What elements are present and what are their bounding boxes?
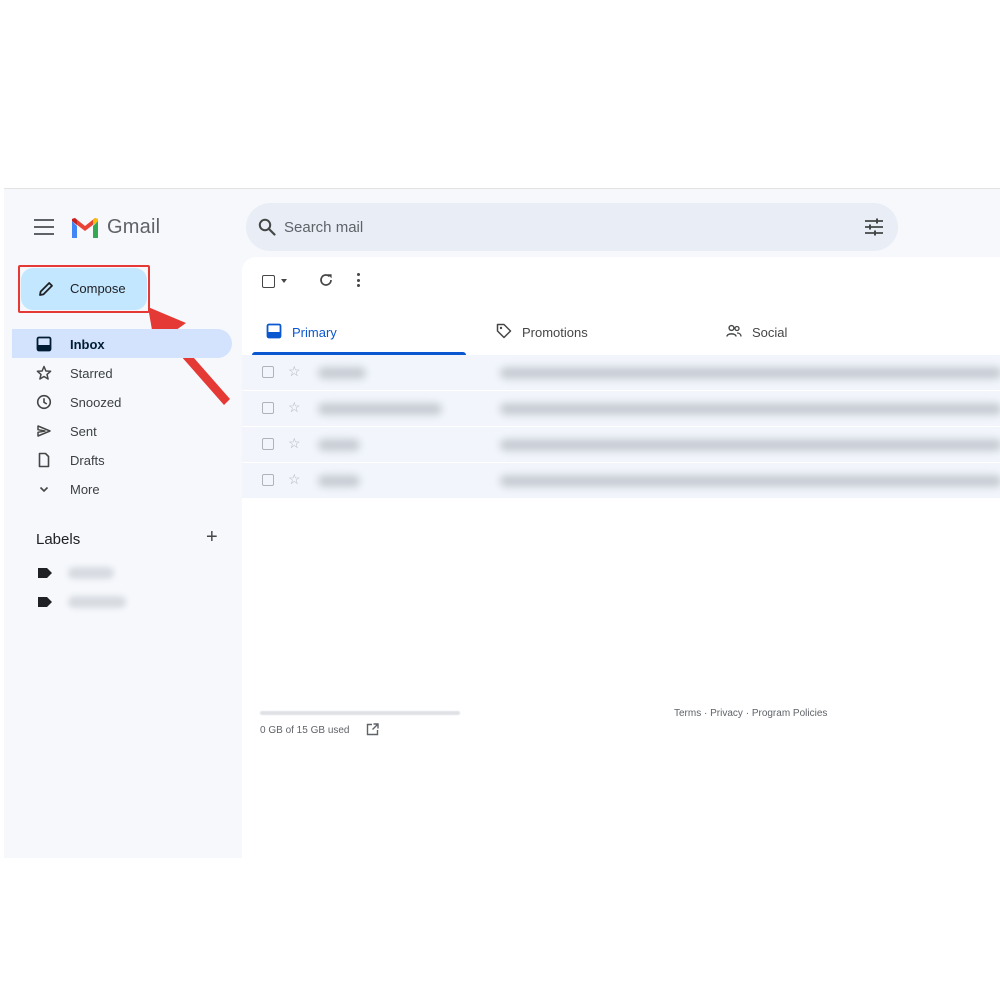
refresh-icon[interactable] bbox=[318, 272, 334, 288]
tab-social[interactable]: Social bbox=[712, 309, 926, 355]
main-menu-icon[interactable] bbox=[34, 219, 54, 235]
draft-icon bbox=[38, 452, 50, 468]
terms-link[interactable]: Terms bbox=[674, 708, 701, 719]
inbox-icon bbox=[266, 323, 282, 339]
gmail-m-icon bbox=[72, 217, 98, 238]
sidebar-item-label: Drafts bbox=[70, 453, 105, 468]
sidebar-item-snoozed[interactable]: Snoozed bbox=[12, 387, 232, 416]
sidebar-item-starred[interactable]: Starred bbox=[12, 358, 232, 387]
blurred-sender bbox=[318, 439, 360, 451]
sidebar-item-sent[interactable]: Sent bbox=[12, 416, 232, 445]
sidebar-item-label: Inbox bbox=[70, 337, 105, 352]
storage-usage-text: 0 GB of 15 GB used bbox=[260, 725, 350, 736]
footer-separator: · bbox=[742, 708, 752, 719]
sidebar-item-label: Sent bbox=[70, 424, 97, 439]
select-all-checkbox[interactable] bbox=[262, 274, 275, 288]
email-list: ☆ ☆ ☆ ☆ bbox=[242, 355, 1000, 499]
category-tabs: Primary Promotions Social bbox=[252, 309, 1000, 355]
label-item[interactable] bbox=[36, 563, 156, 583]
blurred-subject bbox=[500, 367, 1000, 379]
star-icon[interactable]: ☆ bbox=[288, 399, 301, 415]
footer-links: Terms · Privacy · Program Policies bbox=[674, 708, 827, 719]
label-tag-icon bbox=[38, 597, 52, 607]
label-tag-icon bbox=[38, 568, 52, 578]
pencil-icon bbox=[39, 282, 53, 296]
search-input[interactable] bbox=[284, 216, 824, 238]
inbox-icon bbox=[36, 336, 52, 352]
sidebar-item-inbox[interactable]: Inbox bbox=[12, 329, 232, 358]
mail-list-panel: Primary Promotions Social ☆ ☆ ☆ ☆ 0 GB o… bbox=[242, 257, 1000, 858]
sidebar-nav: Inbox Starred Snoozed Sent Drafts More bbox=[12, 329, 232, 503]
email-row[interactable]: ☆ bbox=[242, 391, 1000, 427]
tab-primary[interactable]: Primary bbox=[252, 309, 466, 355]
sidebar-item-more[interactable]: More bbox=[12, 474, 232, 503]
blurred-subject bbox=[500, 439, 1000, 451]
blurred-subject bbox=[500, 475, 1000, 487]
chevron-down-icon bbox=[39, 486, 49, 493]
people-icon bbox=[726, 324, 742, 337]
blurred-subject bbox=[500, 403, 1000, 415]
add-label-button[interactable]: + bbox=[206, 527, 218, 547]
gmail-logo[interactable]: Gmail bbox=[70, 216, 160, 239]
email-row[interactable]: ☆ bbox=[242, 463, 1000, 499]
star-icon[interactable]: ☆ bbox=[288, 363, 301, 379]
email-row-checkbox[interactable] bbox=[262, 366, 274, 378]
star-icon[interactable]: ☆ bbox=[288, 471, 301, 487]
blurred-sender bbox=[318, 367, 366, 379]
sidebar-item-label: Snoozed bbox=[70, 395, 122, 410]
blurred-label-name bbox=[68, 596, 126, 608]
star-icon[interactable]: ☆ bbox=[288, 435, 301, 451]
program-policies-link[interactable]: Program Policies bbox=[752, 708, 828, 719]
storage-usage-bar bbox=[260, 711, 460, 715]
tab-label: Social bbox=[752, 325, 788, 340]
send-icon bbox=[37, 425, 51, 437]
gmail-window: Gmail Compose Inbox bbox=[4, 188, 1000, 858]
sidebar-item-label: Starred bbox=[70, 366, 113, 381]
labels-heading: Labels bbox=[36, 531, 81, 548]
blurred-label-name bbox=[68, 567, 114, 579]
clock-icon bbox=[36, 394, 52, 410]
tab-label: Primary bbox=[292, 325, 337, 340]
footer-separator: · bbox=[701, 708, 711, 719]
privacy-link[interactable]: Privacy bbox=[710, 708, 743, 719]
sidebar-item-drafts[interactable]: Drafts bbox=[12, 445, 232, 474]
label-item[interactable] bbox=[36, 592, 156, 612]
compose-label: Compose bbox=[70, 281, 126, 296]
blurred-sender bbox=[318, 475, 360, 487]
email-row-checkbox[interactable] bbox=[262, 438, 274, 450]
compose-button[interactable]: Compose bbox=[21, 268, 147, 310]
sidebar-item-label: More bbox=[70, 482, 100, 497]
star-icon bbox=[36, 365, 52, 380]
open-in-new-icon[interactable] bbox=[366, 723, 379, 736]
search-options-icon[interactable] bbox=[864, 218, 884, 236]
blurred-sender bbox=[318, 403, 442, 415]
search-bar[interactable] bbox=[246, 203, 898, 251]
search-icon[interactable] bbox=[258, 218, 276, 236]
tag-icon bbox=[496, 323, 512, 339]
email-row-checkbox[interactable] bbox=[262, 474, 274, 486]
email-row[interactable]: ☆ bbox=[242, 355, 1000, 391]
app-name: Gmail bbox=[107, 216, 161, 238]
tab-promotions[interactable]: Promotions bbox=[482, 309, 696, 355]
email-row[interactable]: ☆ bbox=[242, 427, 1000, 463]
select-options-caret-icon[interactable] bbox=[281, 279, 287, 283]
email-row-checkbox[interactable] bbox=[262, 402, 274, 414]
more-options-icon[interactable] bbox=[356, 273, 360, 287]
mail-toolbar bbox=[262, 269, 360, 293]
tab-label: Promotions bbox=[522, 325, 588, 340]
